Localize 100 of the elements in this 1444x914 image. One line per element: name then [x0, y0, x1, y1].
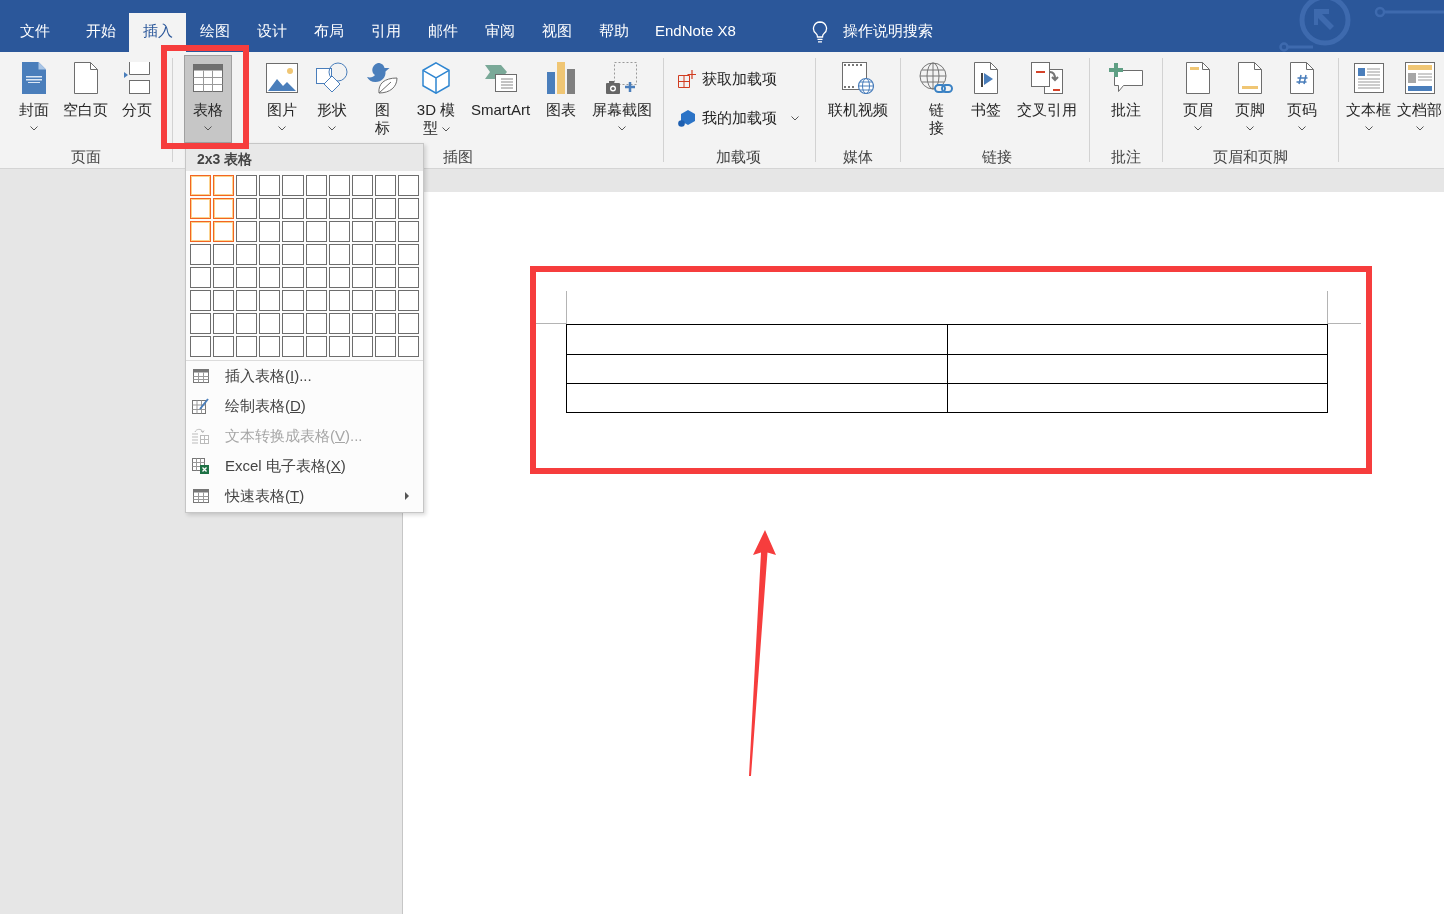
table-size-cell[interactable] [282, 198, 304, 219]
table-size-cell[interactable] [236, 198, 258, 219]
ribbon-button[interactable]: 文本框 [1343, 55, 1395, 143]
ribbon-button[interactable]: 封面 [10, 55, 58, 143]
ribbon-tab[interactable]: 视图 [528, 13, 585, 52]
table-size-cell[interactable] [259, 221, 281, 242]
table-size-cell[interactable] [374, 290, 396, 311]
table-size-cell[interactable] [397, 290, 419, 311]
table-size-cell[interactable] [397, 267, 419, 288]
table-size-cell[interactable] [397, 336, 419, 357]
ribbon-tab[interactable]: 设计 [243, 13, 300, 52]
table-size-cell[interactable] [213, 336, 235, 357]
ribbon-button[interactable]: 联机视频 [823, 55, 894, 143]
table-size-cell[interactable] [328, 244, 350, 265]
table-size-cell[interactable] [374, 267, 396, 288]
table-size-cell[interactable] [328, 175, 350, 196]
table-size-cell[interactable] [213, 313, 235, 334]
table-size-cell[interactable] [305, 244, 327, 265]
menu-item[interactable]: 快速表格(T) [186, 481, 423, 511]
ribbon-tab[interactable]: 开始 [72, 13, 129, 52]
table-size-cell[interactable] [328, 198, 350, 219]
ribbon-tab[interactable]: 引用 [357, 13, 414, 52]
table-size-cell[interactable] [397, 175, 419, 196]
table-size-cell[interactable] [236, 221, 258, 242]
table-size-cell[interactable] [213, 175, 235, 196]
table-size-cell[interactable] [397, 221, 419, 242]
table-size-cell[interactable] [190, 221, 212, 242]
table-size-cell[interactable] [351, 336, 373, 357]
ribbon-button[interactable]: 3D 模型 [408, 55, 464, 143]
table-size-cell[interactable] [236, 244, 258, 265]
ribbon-button[interactable]: 我的加载项 [676, 105, 802, 131]
ribbon-button[interactable]: 文档部 [1394, 55, 1444, 143]
table-size-cell[interactable] [351, 313, 373, 334]
ribbon-tab[interactable]: 绘图 [186, 13, 243, 52]
table-size-cell[interactable] [259, 336, 281, 357]
table-size-cell[interactable] [190, 244, 212, 265]
table-size-cell[interactable] [282, 267, 304, 288]
table-size-cell[interactable] [397, 198, 419, 219]
table-size-cell[interactable] [351, 244, 373, 265]
table-size-cell[interactable] [213, 244, 235, 265]
table-size-cell[interactable] [259, 267, 281, 288]
table-size-cell[interactable] [351, 267, 373, 288]
menu-item[interactable]: Excel 电子表格(X) [186, 451, 423, 481]
table-size-cell[interactable] [259, 244, 281, 265]
ribbon-button[interactable]: 交叉引用 [1012, 55, 1083, 143]
ribbon-button[interactable]: 图标 [358, 55, 406, 143]
table-size-cell[interactable] [305, 175, 327, 196]
table-size-cell[interactable] [236, 290, 258, 311]
table-size-cell[interactable] [236, 336, 258, 357]
table-size-cell[interactable] [374, 221, 396, 242]
table-size-cell[interactable] [282, 336, 304, 357]
table-size-cell[interactable] [305, 313, 327, 334]
table-size-cell[interactable] [282, 313, 304, 334]
menu-item[interactable]: 绘制表格(D) [186, 391, 423, 421]
ribbon-tab[interactable]: EndNote X8 [642, 13, 749, 52]
table-size-cell[interactable] [282, 244, 304, 265]
table-size-cell[interactable] [190, 175, 212, 196]
table-size-cell[interactable] [259, 313, 281, 334]
table-size-cell[interactable] [213, 198, 235, 219]
ribbon-button[interactable]: 页眉 [1174, 55, 1223, 143]
ribbon-tab[interactable]: 帮助 [585, 13, 642, 52]
ribbon-button[interactable]: 空白页 [58, 55, 113, 143]
table-size-cell[interactable] [190, 290, 212, 311]
table-size-cell[interactable] [374, 313, 396, 334]
table-size-cell[interactable] [259, 198, 281, 219]
table-size-cell[interactable] [259, 175, 281, 196]
ribbon-tab[interactable]: 文件 [6, 13, 63, 52]
table-size-cell[interactable] [374, 198, 396, 219]
table-size-cell[interactable] [236, 313, 258, 334]
table-size-cell[interactable] [374, 175, 396, 196]
table-size-cell[interactable] [259, 290, 281, 311]
table-size-cell[interactable] [351, 198, 373, 219]
table-size-cell[interactable] [213, 221, 235, 242]
ribbon-tab[interactable]: 插入 [129, 13, 186, 52]
ribbon-button[interactable]: 页脚 [1226, 55, 1275, 143]
table-size-cell[interactable] [328, 336, 350, 357]
ribbon-button[interactable]: 形状 [308, 55, 356, 143]
table-size-cell[interactable] [305, 267, 327, 288]
table-size-cell[interactable] [190, 198, 212, 219]
table-size-cell[interactable] [374, 244, 396, 265]
table-size-cell[interactable] [305, 336, 327, 357]
table-size-cell[interactable] [236, 175, 258, 196]
menu-item[interactable]: 插入表格(I)... [186, 361, 423, 391]
ribbon-button[interactable]: 获取加载项 [676, 66, 780, 92]
table-size-cell[interactable] [282, 221, 304, 242]
table-size-cell[interactable] [282, 290, 304, 311]
ribbon-tab[interactable]: 邮件 [414, 13, 471, 52]
table-size-cell[interactable] [328, 221, 350, 242]
ribbon-button[interactable]: SmartArt [466, 55, 536, 143]
ribbon-button[interactable]: 链接 [912, 55, 961, 143]
table-size-cell[interactable] [351, 221, 373, 242]
table-size-cell[interactable] [305, 221, 327, 242]
table-size-cell[interactable] [374, 336, 396, 357]
table-size-cell[interactable] [351, 290, 373, 311]
table-size-cell[interactable] [328, 267, 350, 288]
table-size-cell[interactable] [190, 267, 212, 288]
ribbon-button[interactable]: 屏幕截图 [587, 55, 658, 143]
ribbon-button[interactable]: 书签 [962, 55, 1011, 143]
ribbon-button[interactable]: 表格 [184, 55, 232, 143]
ribbon-tab[interactable]: 布局 [300, 13, 357, 52]
